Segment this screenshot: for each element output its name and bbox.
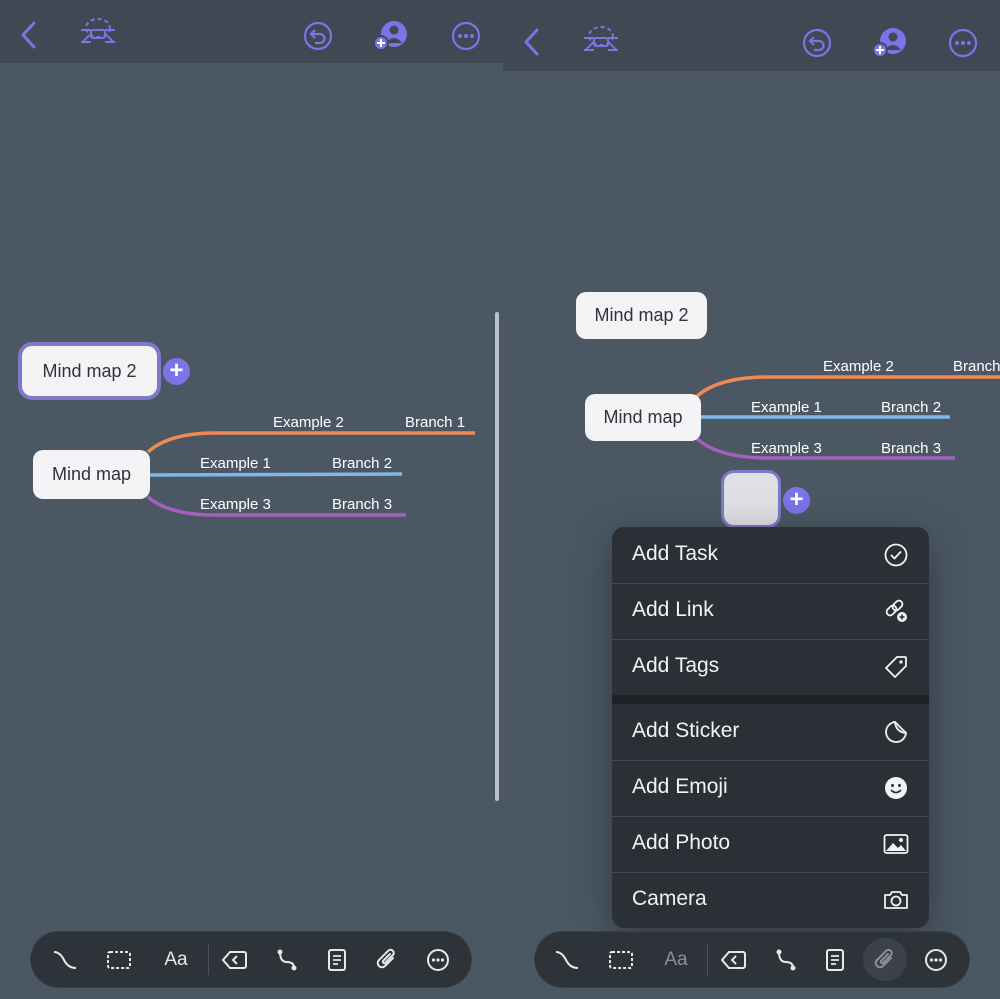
menu-section-gap [612,695,929,704]
selection-box-icon[interactable] [601,932,641,987]
bottom-toolbar: Aa [535,932,969,987]
tag-icon [885,656,907,678]
link-add-icon [885,599,907,622]
text-style-button[interactable]: Aa [655,932,697,987]
menu-item-camera[interactable]: Camera [612,872,929,928]
menu-item-add-tags[interactable]: Add Tags [612,639,929,696]
menu-item-add-task[interactable]: Add Task [612,527,929,584]
collapse-icon[interactable] [714,932,754,987]
add-node-plus-icon[interactable]: + [783,487,810,514]
more-options-icon[interactable] [916,932,956,987]
note-icon[interactable] [815,932,855,987]
relationship-connector-icon[interactable] [766,932,806,987]
menu-item-add-emoji[interactable]: Add Emoji [612,760,929,817]
menu-item-label: Camera [632,887,707,910]
branch-example-label[interactable]: Example 2 [823,358,894,375]
menu-item-label: Add Task [632,542,718,565]
new-empty-node[interactable] [724,473,778,525]
branch-label[interactable]: Branch 2 [881,399,941,416]
attachment-icon[interactable] [863,938,907,981]
connector-curve-icon[interactable] [547,932,587,987]
menu-item-add-link[interactable]: Add Link [612,583,929,640]
menu-item-label: Add Emoji [632,775,728,798]
branch-example-label[interactable]: Example 1 [751,399,822,416]
branch-label[interactable]: Branch 3 [881,440,941,457]
menu-item-label: Add Link [632,598,714,621]
root-node[interactable]: Mind map [585,394,701,441]
add-context-menu: Add Task Add Link Add Tags Add Sticker A… [612,527,929,928]
menu-item-label: Add Sticker [632,719,740,742]
emoji-icon [885,777,907,799]
branch-label[interactable]: Branch [953,358,1000,375]
mind-map-2-node[interactable]: Mind map 2 [576,292,707,339]
branch-example-label[interactable]: Example 3 [751,440,822,457]
camera-icon [884,891,908,909]
photo-icon [883,834,909,854]
menu-item-add-sticker[interactable]: Add Sticker [612,704,929,761]
toolbar-divider [707,944,708,975]
menu-item-add-photo[interactable]: Add Photo [612,816,929,873]
sticker-icon [885,721,907,743]
menu-item-label: Add Photo [632,831,731,854]
checkmark-circle-icon [884,543,908,567]
menu-item-label: Add Tags [632,654,720,677]
